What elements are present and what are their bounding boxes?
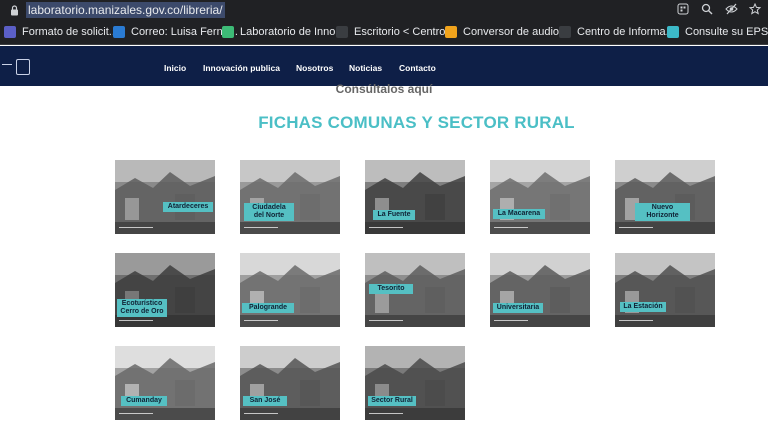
card-label: Universitaria [493,303,543,313]
card-label: Atardeceres [163,202,213,212]
commune-photo [490,253,590,327]
site-navbar: Inicio Innovación publica Nosotros Notic… [0,46,768,86]
bookmark-label: Conversor de audio... [463,26,569,38]
user-icon [336,26,348,38]
bookmark-label: Laboratorio de Inno... [240,26,345,38]
nav-link-innovacion[interactable]: Innovación publica [203,63,280,73]
commune-photo [240,160,340,234]
card-footer-logo [619,227,653,231]
card-footer-logo [619,320,653,324]
commune-photo [490,160,590,234]
nav-link-nosotros[interactable]: Nosotros [296,63,333,73]
bookmark-label: Escritorio < Centro... [354,26,455,38]
card-footer-logo [369,413,403,417]
bookmark-item[interactable]: Laboratorio de Inno... [222,26,345,38]
subheading: Consúltalos aquí [335,82,433,96]
card-footer-logo [494,227,528,231]
commune-card[interactable]: Universitaria [490,253,590,327]
card-footer-logo [119,413,153,417]
card-label: Sector Rural [368,396,416,406]
lock-icon [8,4,20,16]
commune-photo [115,160,215,234]
audio-converter-icon [445,26,457,38]
plus-icon [667,26,679,38]
card-footer-logo [494,320,528,324]
lab-icon [222,26,234,38]
card-label: Cumanday [121,396,167,406]
commune-photo [365,346,465,420]
commune-card[interactable]: Nuevo Horizonte [615,160,715,234]
card-label: La Fuente [373,210,415,220]
bookmark-item[interactable]: Consulte su EPS [667,26,768,38]
card-label: La Estación [620,302,666,312]
card-footer-logo [369,227,403,231]
card-footer-logo [119,227,153,231]
card-label: San José [243,396,287,406]
commune-card[interactable]: Atardeceres [115,160,215,234]
commune-card[interactable]: Ciudadela del Norte [240,160,340,234]
commune-card[interactable]: Tesorito [365,253,465,327]
commune-card[interactable]: La Fuente [365,160,465,234]
nav-link-contacto[interactable]: Contacto [399,63,436,73]
url-text[interactable]: laboratorio.manizales.gov.co/libreria/ [26,2,225,18]
bookmark-label: Formato de solicit... [22,26,118,38]
bookmark-item[interactable]: Correo: Luisa Ferna... [113,26,238,38]
city-seal-icon [16,59,30,75]
commune-card[interactable]: La Macarena [490,160,590,234]
card-label: Ciudadela del Norte [244,203,294,221]
outlook-icon [113,26,125,38]
commune-photo [240,253,340,327]
nav-link-noticias[interactable]: Noticias [349,63,382,73]
card-footer-logo [244,227,278,231]
commune-photo [615,160,715,234]
commune-card[interactable]: San José [240,346,340,420]
commune-photo [365,160,465,234]
commune-photo [615,253,715,327]
form-icon [4,26,16,38]
commune-card[interactable]: Cumanday [115,346,215,420]
bookmark-item[interactable]: Formato de solicit... [4,26,118,38]
bookmarks-bar: Formato de solicit... Correo: Luisa Fern… [0,20,768,45]
logo-mark [2,64,12,70]
commune-photo [115,346,215,420]
card-label: Ecoturístico Cerro de Oro [117,299,167,317]
bookmark-label: Centro de Informa... [577,26,675,38]
install-app-icon[interactable] [676,2,690,16]
bookmark-star-icon[interactable] [748,2,762,16]
bookmark-item[interactable]: Conversor de audio... [445,26,568,38]
nav-link-inicio[interactable]: Inicio [164,63,186,73]
user-icon [559,26,571,38]
bookmark-item[interactable]: Centro de Informa... [559,26,675,38]
card-footer-logo [369,320,403,324]
bookmark-label: Consulte su EPS [685,26,768,38]
eye-slash-icon[interactable] [724,2,738,16]
zoom-search-icon[interactable] [700,2,714,16]
card-label: Nuevo Horizonte [635,203,690,221]
bookmark-item[interactable]: Escritorio < Centro... [336,26,455,38]
commune-card[interactable]: La Estación [615,253,715,327]
card-label: Palogrande [242,303,294,313]
commune-card[interactable]: Sector Rural [365,346,465,420]
card-label: Tesorito [369,284,413,294]
card-label: La Macarena [493,209,545,219]
commune-photo [240,346,340,420]
commune-card[interactable]: Ecoturístico Cerro de Oro [115,253,215,327]
browser-url-bar[interactable]: laboratorio.manizales.gov.co/libreria/ [0,0,768,20]
card-footer-logo [119,320,153,324]
card-footer-logo [244,413,278,417]
commune-card[interactable]: Palogrande [240,253,340,327]
page-title: FICHAS COMUNAS Y SECTOR RURAL [258,113,575,132]
site-logo[interactable] [0,56,40,78]
card-footer-logo [244,320,278,324]
